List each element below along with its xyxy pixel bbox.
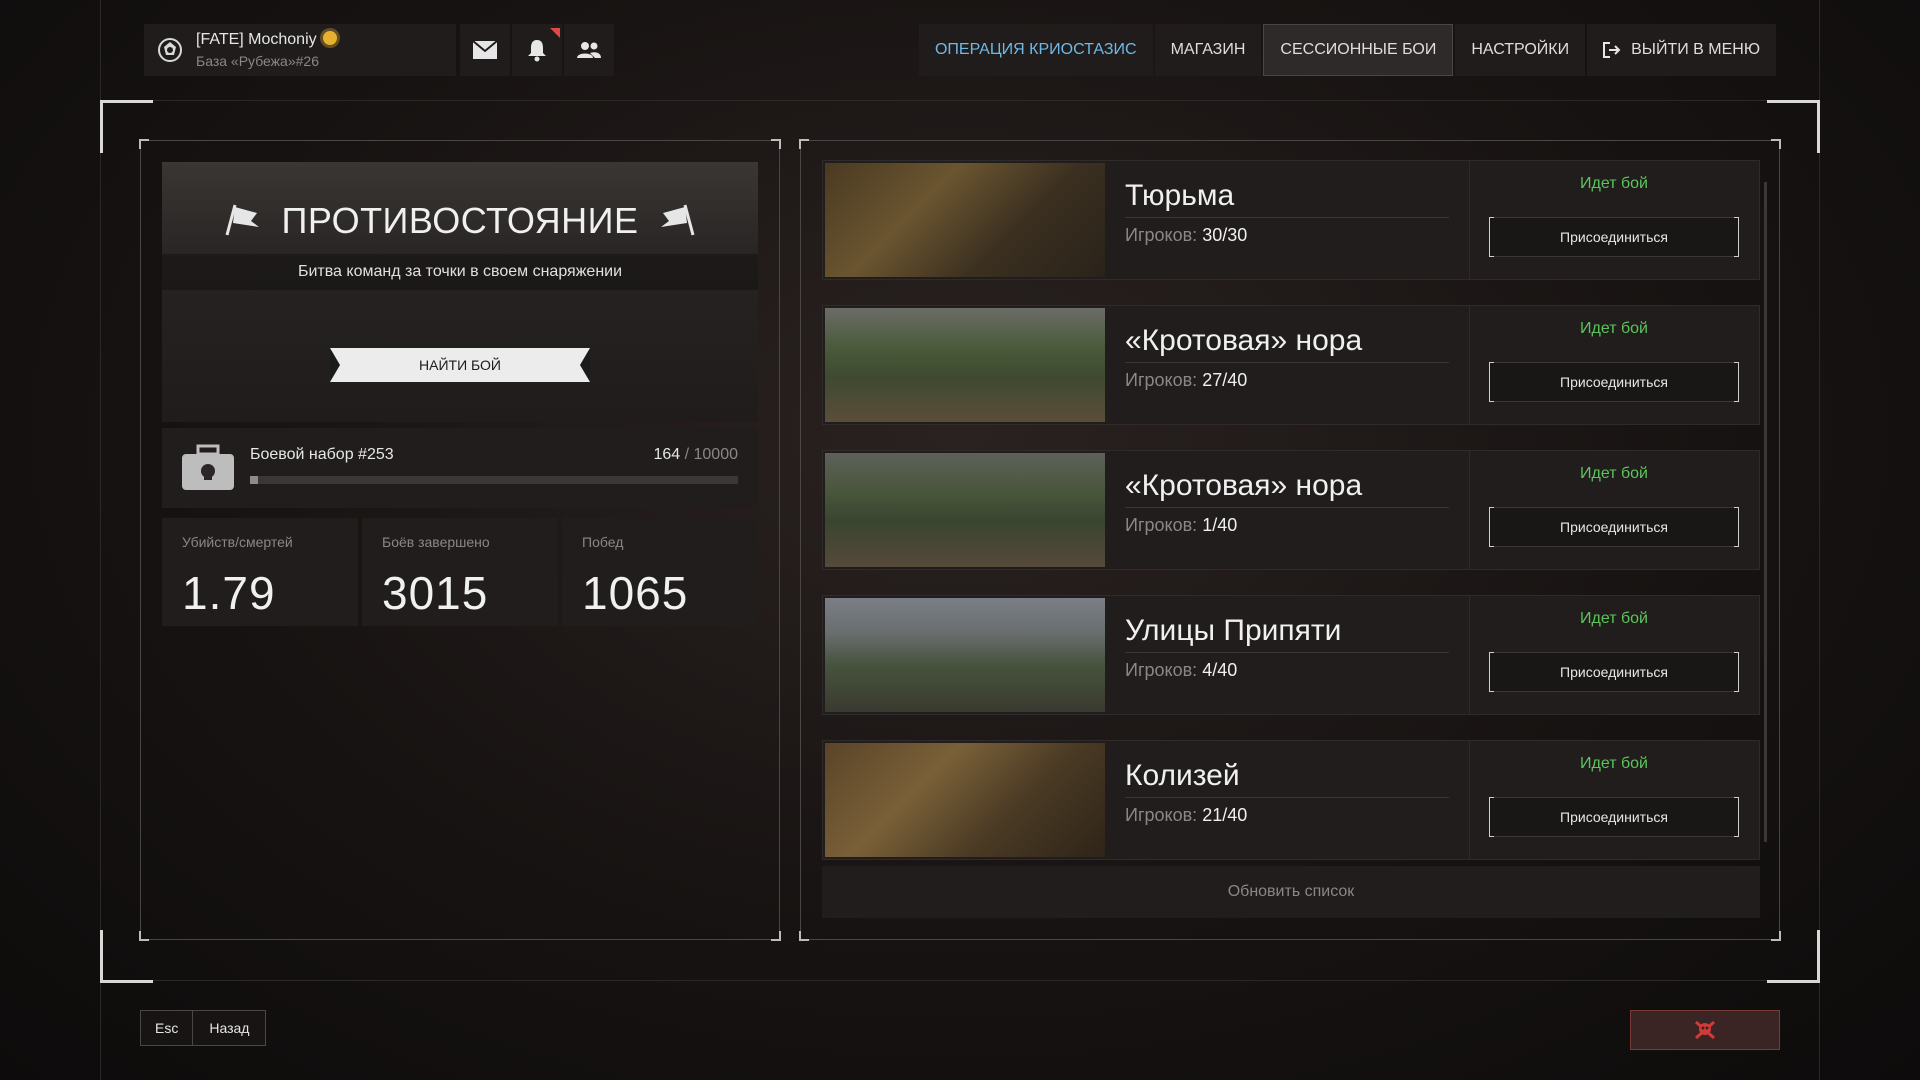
player-base: База «Рубежа»#26 (196, 53, 319, 69)
players-value: 30/30 (1202, 225, 1248, 245)
players-count: Игроков: 27/40 (1125, 370, 1247, 391)
nav-session-battles[interactable]: СЕССИОННЫЕ БОИ (1263, 24, 1454, 76)
server-row: Колизей Игроков: 21/40 Идет бой Присоеди… (822, 740, 1760, 860)
players-value: 21/40 (1202, 805, 1248, 825)
map-thumbnail (825, 453, 1105, 567)
nav-exit-to-menu[interactable]: ВЫЙТИ В МЕНЮ (1587, 24, 1776, 76)
back-control[interactable]: Esc Назад (140, 1010, 267, 1046)
nav-shop[interactable]: МАГАЗИН (1154, 24, 1262, 76)
stat-wins: Побед 1065 (562, 518, 758, 626)
kit-separator: / (684, 446, 690, 463)
esc-key-hint[interactable]: Esc (140, 1010, 194, 1046)
players-count: Игроков: 21/40 (1125, 805, 1247, 826)
kit-current: 164 (653, 446, 681, 463)
join-button[interactable]: Присоединиться (1489, 797, 1739, 837)
players-count: Игроков: 1/40 (1125, 515, 1237, 536)
server-row: Тюрьма Игроков: 30/30 Идет бой Присоедин… (822, 160, 1760, 280)
server-row: «Кротовая» нора Игроков: 27/40 Идет бой … (822, 305, 1760, 425)
kit-max: 10000 (693, 446, 739, 463)
mail-button[interactable] (460, 24, 510, 76)
mode-card: ПРОТИВОСТОЯНИЕ Битва команд за точки в с… (162, 162, 758, 422)
player-name: [FATE] Mochoniy (196, 31, 317, 48)
server-status: Идет бой (1580, 175, 1648, 192)
stat-battles: Боёв завершено 3015 (362, 518, 558, 626)
mode-title: ПРОТИВОСТОЯНИЕ (281, 200, 639, 241)
join-button[interactable]: Присоединиться (1489, 362, 1739, 402)
kit-progress-bar (250, 476, 738, 484)
battle-kit: Боевой набор #253 164 / 10000 (162, 428, 758, 508)
find-battle-button[interactable]: НАЙТИ БОЙ (330, 348, 590, 382)
notification-badge (550, 28, 560, 38)
map-thumbnail (825, 163, 1105, 277)
skull-crossbones-icon (1695, 1020, 1715, 1040)
nav-settings[interactable]: НАСТРОЙКИ (1455, 24, 1586, 76)
briefcase-icon (182, 444, 234, 490)
server-status: Идет бой (1580, 755, 1648, 772)
map-thumbnail (825, 598, 1105, 712)
players-count: Игроков: 30/30 (1125, 225, 1247, 246)
players-label: Игроков: (1125, 225, 1198, 245)
server-status: Идет бой (1580, 610, 1648, 627)
stat-kd-value: 1.79 (182, 567, 276, 619)
top-navigation: ОПЕРАЦИЯ КРИОСТАЗИС МАГАЗИН СЕССИОННЫЕ Б… (918, 24, 1776, 76)
kit-progress-text: 164 / 10000 (653, 446, 738, 464)
players-value: 1/40 (1202, 515, 1238, 535)
bell-icon (528, 40, 546, 62)
map-name: Тюрьма (1125, 179, 1235, 212)
players-count: Игроков: 4/40 (1125, 660, 1237, 681)
kit-progress-fill (250, 476, 258, 484)
nav-exit-label: ВЫЙТИ В МЕНЮ (1631, 41, 1760, 58)
players-label: Игроков: (1125, 805, 1198, 825)
map-name: Улицы Припяти (1125, 614, 1342, 647)
map-name: Колизей (1125, 759, 1240, 792)
server-list-scrollbar[interactable] (1764, 182, 1767, 842)
players-value: 4/40 (1202, 660, 1238, 680)
map-thumbnail (825, 743, 1105, 857)
flag-left-icon (225, 204, 259, 236)
mode-subtitle: Битва команд за точки в своем снаряжении (162, 254, 758, 290)
server-row: «Кротовая» нора Игроков: 1/40 Идет бой П… (822, 450, 1760, 570)
join-button[interactable]: Присоединиться (1489, 217, 1739, 257)
friends-icon (577, 42, 601, 58)
players-value: 27/40 (1202, 370, 1248, 390)
mode-title-row: ПРОТИВОСТОЯНИЕ (162, 200, 758, 242)
server-row: Улицы Припяти Игроков: 4/40 Идет бой При… (822, 595, 1760, 715)
stat-kd-label: Убийств/смертей (182, 534, 293, 550)
friends-button[interactable] (564, 24, 614, 76)
map-thumbnail (825, 308, 1105, 422)
mail-icon (472, 40, 498, 59)
server-status: Идет бой (1580, 320, 1648, 337)
players-label: Игроков: (1125, 515, 1198, 535)
flag-right-icon (661, 204, 695, 236)
map-name: «Кротовая» нора (1125, 324, 1363, 357)
danger-button[interactable] (1630, 1010, 1780, 1050)
join-button[interactable]: Присоединиться (1489, 652, 1739, 692)
clan-emblem-icon (144, 24, 196, 76)
stat-wins-value: 1065 (582, 567, 689, 619)
refresh-list-button[interactable]: Обновить список (822, 866, 1760, 918)
players-label: Игроков: (1125, 370, 1198, 390)
player-profile[interactable]: [FATE] Mochoniy База «Рубежа»#26 (144, 24, 456, 76)
rank-badge-icon (322, 31, 337, 45)
stat-wins-label: Побед (582, 534, 624, 550)
stat-battles-value: 3015 (382, 567, 489, 619)
exit-icon (1603, 42, 1621, 58)
server-status: Идет бой (1580, 465, 1648, 482)
stat-battles-label: Боёв завершено (382, 534, 490, 550)
stat-kd: Убийств/смертей 1.79 (162, 518, 358, 626)
notifications-button[interactable] (512, 24, 562, 76)
players-label: Игроков: (1125, 660, 1198, 680)
kit-name: Боевой набор #253 (250, 446, 394, 463)
back-button[interactable]: Назад (193, 1010, 267, 1046)
map-name: «Кротовая» нора (1125, 469, 1363, 502)
nav-cryostasis-operation[interactable]: ОПЕРАЦИЯ КРИОСТАЗИС (918, 24, 1153, 76)
join-button[interactable]: Присоединиться (1489, 507, 1739, 547)
